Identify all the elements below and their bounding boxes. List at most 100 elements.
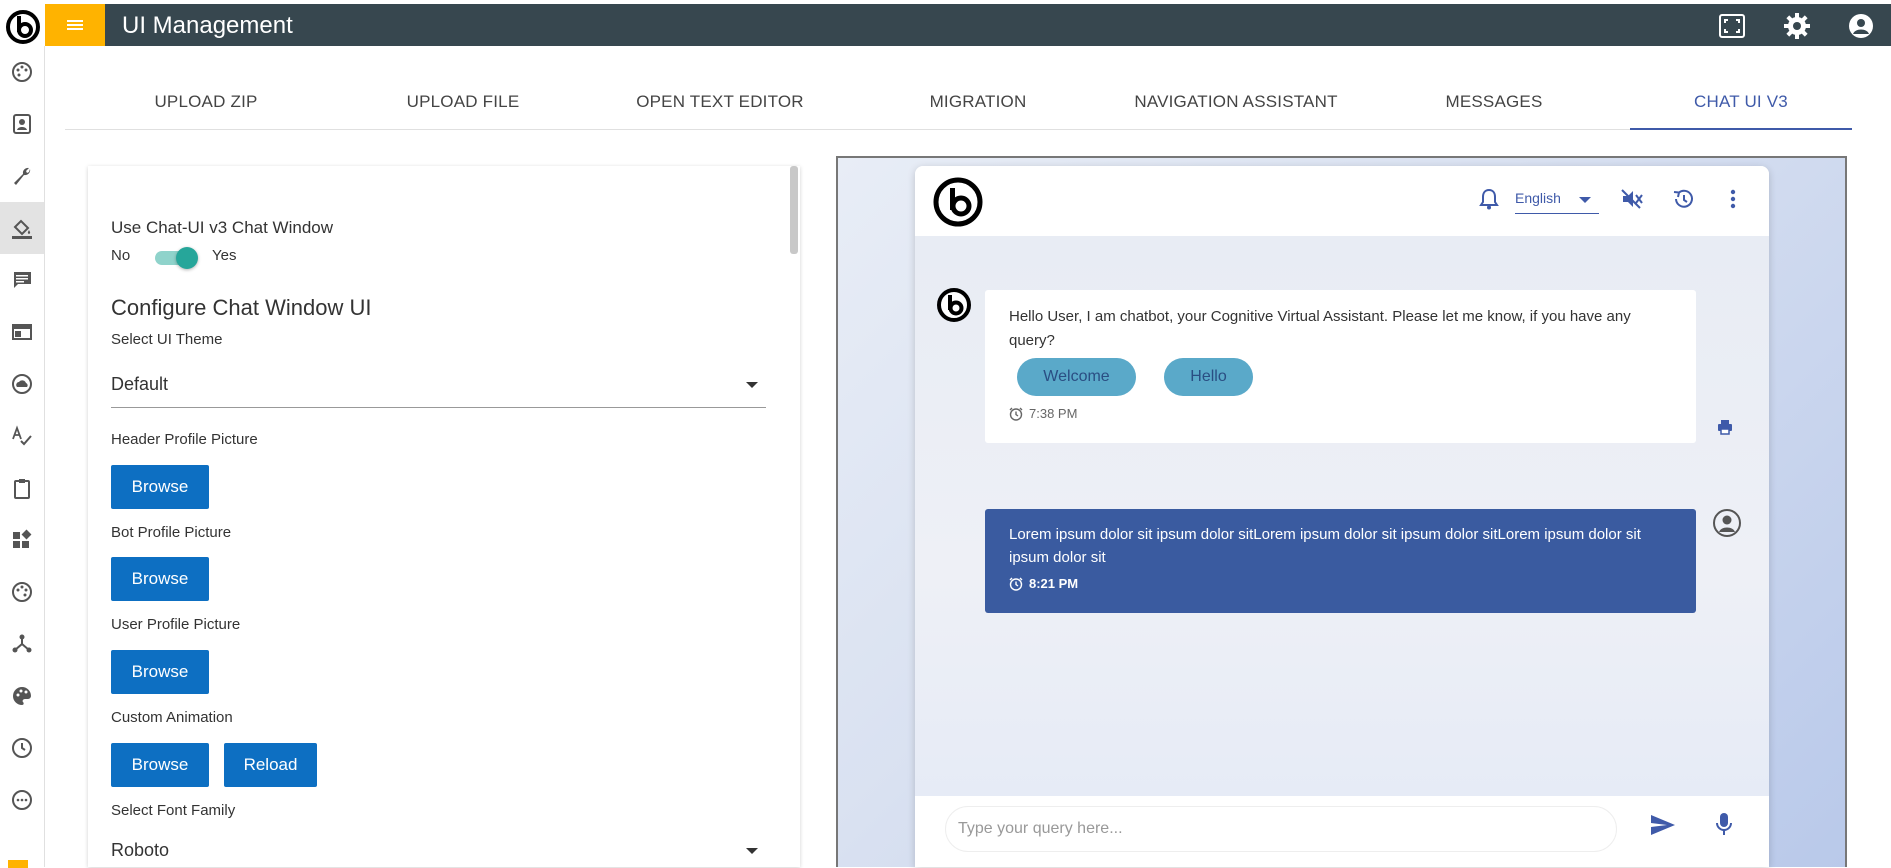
bot-message-text: Hello User, I am chatbot, your Cognitive… — [1009, 308, 1631, 349]
tab-navigation-assistant[interactable]: NAVIGATION ASSISTANT — [1125, 74, 1347, 130]
more-vert-icon[interactable] — [1719, 185, 1747, 213]
palette-icon-2 — [12, 582, 32, 602]
alarm-icon — [1009, 577, 1023, 591]
contact-icon — [13, 114, 31, 134]
cloud-icon — [12, 374, 32, 394]
configure-heading: Configure Chat Window UI — [111, 295, 372, 320]
tab-open-text-editor[interactable]: OPEN TEXT EDITOR — [609, 74, 831, 130]
hamburger-icon — [67, 20, 83, 30]
config-scrollbar[interactable] — [790, 166, 798, 254]
gear-icon[interactable] — [1781, 10, 1813, 42]
font-select[interactable]: Roboto — [111, 826, 766, 866]
menu-button[interactable] — [45, 4, 105, 46]
mute-icon[interactable] — [1618, 185, 1646, 213]
bot-pic-browse-button[interactable]: Browse — [111, 557, 209, 601]
toggle-yes-label: Yes — [212, 247, 237, 264]
bot-message-time: 7:38 PM — [1009, 406, 1077, 421]
font-label: Select Font Family — [111, 802, 236, 819]
send-icon[interactable] — [1649, 813, 1677, 842]
chat-query-input[interactable] — [945, 806, 1617, 852]
user-time-text: 8:21 PM — [1029, 576, 1079, 591]
tab-migration[interactable]: MIGRATION — [867, 74, 1089, 130]
tab-messages[interactable]: MESSAGES — [1383, 74, 1605, 130]
user-message: Lorem ipsum dolor sit ipsum dolor sitLor… — [985, 509, 1696, 613]
user-pic-label: User Profile Picture — [111, 616, 241, 633]
chip-hello[interactable]: Hello — [1164, 358, 1253, 396]
custom-anim-browse-button[interactable]: Browse — [111, 743, 209, 787]
sidebar-item-hub[interactable] — [0, 618, 44, 670]
user-pic-browse-button[interactable]: Browse — [111, 650, 209, 694]
header-pic-label: Header Profile Picture — [111, 431, 258, 448]
user-message-text: Lorem ipsum dolor sit ipsum dolor sitLor… — [1009, 526, 1641, 566]
chat-header: English — [915, 166, 1769, 236]
fullscreen-icon[interactable] — [1716, 10, 1748, 42]
custom-anim-reload-button[interactable]: Reload — [224, 743, 317, 787]
brand-logo-icon — [5, 10, 40, 44]
header-pic-browse-button[interactable]: Browse — [111, 465, 209, 509]
sidebar-item-palette[interactable] — [0, 46, 44, 98]
brand-logo — [0, 4, 45, 50]
wrench-icon — [14, 167, 31, 185]
widgets-icon — [13, 529, 32, 548]
sidebar-item-clipboard[interactable] — [0, 462, 44, 514]
chip-welcome[interactable]: Welcome — [1017, 358, 1136, 396]
sidebar-item-widgets[interactable] — [0, 514, 44, 566]
sidebar-item-colors[interactable] — [0, 670, 44, 722]
bot-logo-icon — [933, 177, 983, 227]
emoji-icon — [12, 790, 32, 810]
chevron-down-icon — [1579, 197, 1591, 203]
bell-icon[interactable] — [1475, 185, 1503, 213]
theme-select[interactable]: Default — [111, 362, 766, 408]
print-icon[interactable] — [1717, 419, 1733, 440]
chat-window: English Hello User, I am chatbot, your C… — [915, 166, 1769, 867]
tab-bar: UPLOAD ZIP UPLOAD FILE OPEN TEXT EDITOR … — [65, 74, 1852, 130]
color-palette-icon — [13, 687, 31, 705]
clipboard-icon — [14, 479, 30, 499]
custom-anim-label: Custom Animation — [111, 709, 233, 726]
font-select-value: Roboto — [111, 840, 170, 860]
user-avatar-icon — [1712, 508, 1742, 543]
account-icon[interactable] — [1845, 10, 1877, 42]
chat-icon — [13, 272, 31, 288]
chat-input-bar — [915, 796, 1769, 867]
chevron-down-icon — [746, 848, 758, 854]
sidebar-item-cloud[interactable] — [0, 358, 44, 410]
tab-upload-zip[interactable]: UPLOAD ZIP — [95, 74, 317, 130]
app-title: UI Management — [122, 12, 293, 39]
bot-time-text: 7:38 PM — [1029, 406, 1078, 421]
tab-upload-file[interactable]: UPLOAD FILE — [352, 74, 574, 130]
sidebar-item-chat[interactable] — [0, 254, 44, 306]
sidebar-item-palette-2[interactable] — [0, 566, 44, 618]
language-select[interactable]: English — [1515, 184, 1599, 214]
hub-icon — [12, 634, 32, 653]
top-bar: UI Management — [0, 0, 1891, 50]
tab-chat-ui-v3[interactable]: CHAT UI V3 — [1630, 74, 1852, 130]
spellcheck-icon — [12, 425, 32, 446]
theme-label: Select UI Theme — [111, 331, 223, 348]
language-value: English — [1515, 190, 1561, 206]
chat-v3-toggle-knob[interactable] — [176, 247, 198, 269]
bot-message: Hello User, I am chatbot, your Cognitive… — [985, 290, 1696, 443]
window-icon — [12, 324, 32, 340]
alarm-icon — [1009, 407, 1023, 421]
sidebar-item-tools[interactable] — [0, 150, 44, 202]
sidebar-item-spellcheck[interactable] — [0, 410, 44, 462]
toggle-no-label: No — [111, 247, 131, 264]
paint-bucket-icon — [12, 219, 32, 239]
sidebar-item-window[interactable] — [0, 306, 44, 358]
history-icon[interactable] — [1669, 185, 1697, 213]
chevron-down-icon — [746, 382, 758, 388]
palette-icon — [12, 62, 32, 82]
sidebar — [0, 46, 45, 868]
sidebar-item-history[interactable] — [0, 722, 44, 774]
use-chat-label: Use Chat-UI v3 Chat Window — [111, 218, 334, 237]
clock-icon — [12, 738, 32, 758]
sidebar-item-paint[interactable] — [0, 202, 44, 254]
user-message-time: 8:21 PM — [1009, 576, 1078, 591]
theme-select-value: Default — [111, 374, 169, 394]
sidebar-item-emoji[interactable] — [0, 774, 44, 826]
sidebar-item-contact[interactable] — [0, 98, 44, 150]
microphone-icon[interactable] — [1715, 812, 1733, 843]
bot-avatar-icon — [937, 288, 971, 322]
bot-pic-label: Bot Profile Picture — [111, 524, 232, 541]
